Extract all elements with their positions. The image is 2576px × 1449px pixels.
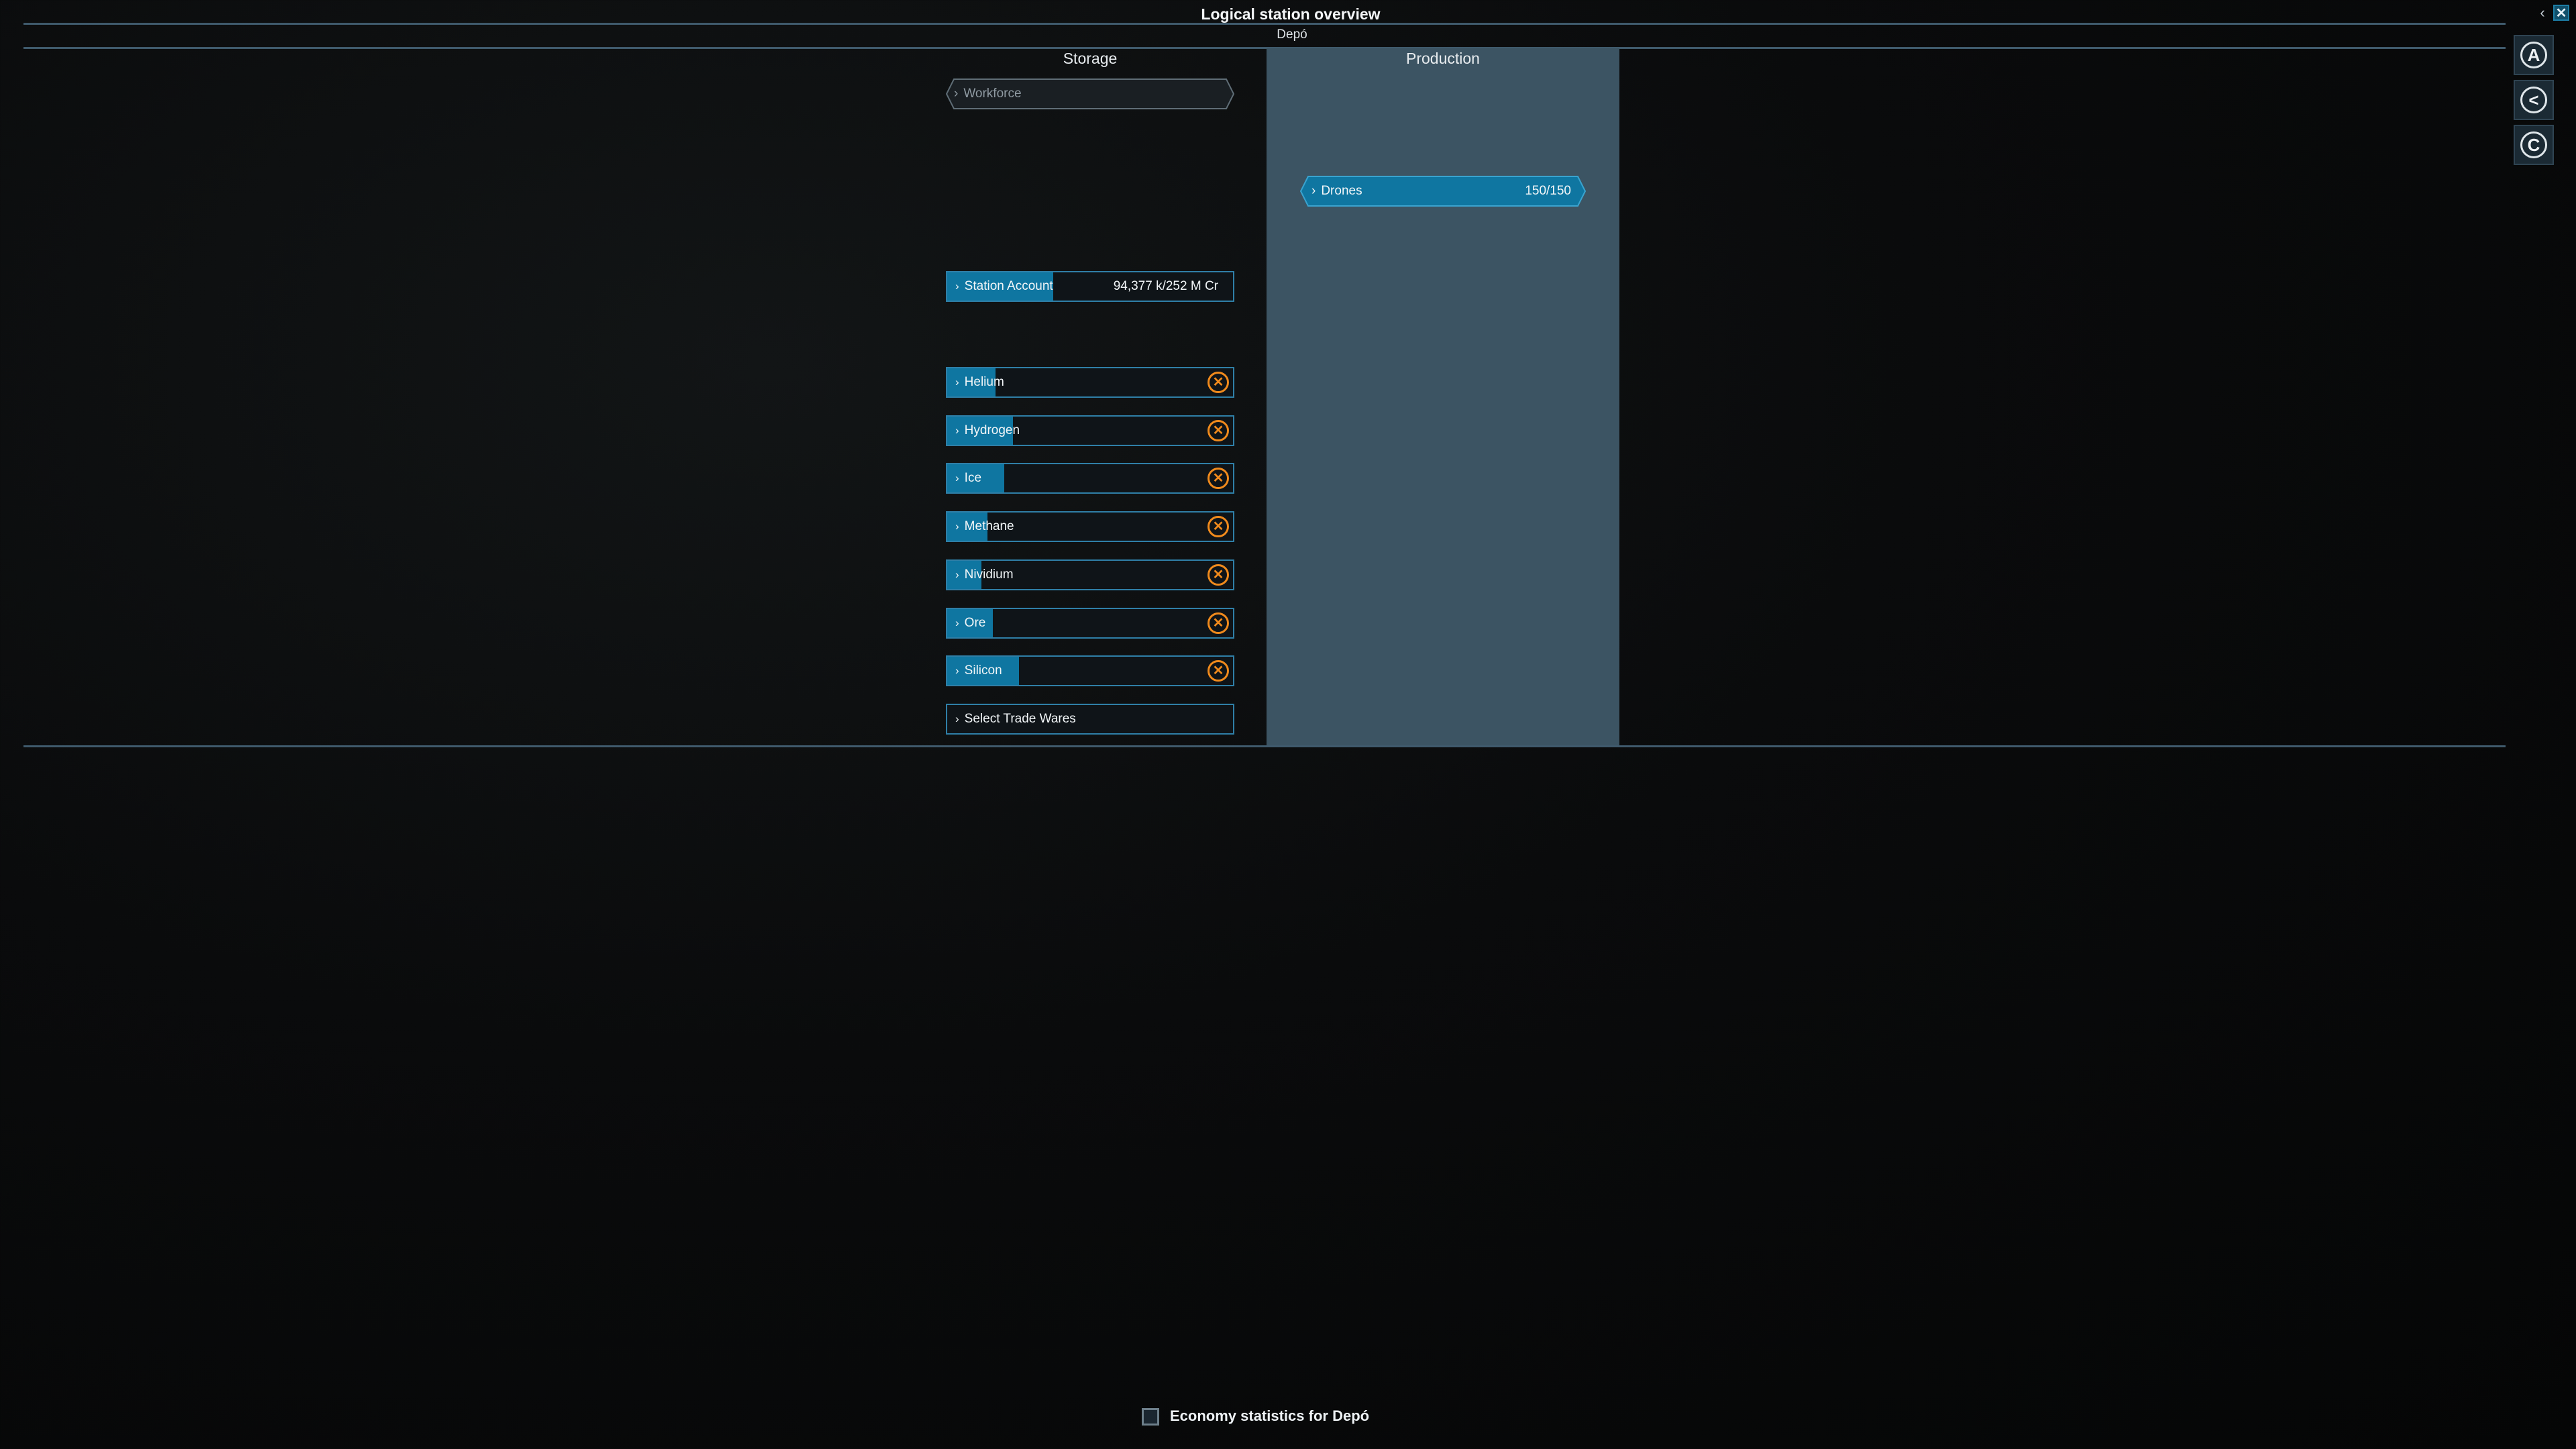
close-button[interactable]: ✕ bbox=[2553, 5, 2569, 21]
remove-ware-icon[interactable]: ✕ bbox=[1208, 372, 1229, 393]
remove-ware-icon[interactable]: ✕ bbox=[1208, 612, 1229, 634]
sidebar-button-a[interactable]: A bbox=[2514, 35, 2554, 75]
expand-chevron-icon: › bbox=[955, 376, 959, 388]
economy-statistics-checkbox[interactable] bbox=[1142, 1408, 1159, 1426]
expand-chevron-icon: › bbox=[955, 472, 959, 484]
select-trade-wares-button[interactable]: › Select Trade Wares bbox=[946, 704, 1234, 735]
bottom-divider bbox=[23, 745, 2506, 747]
station-account-value: 94,377 k/252 M Cr bbox=[1113, 279, 1218, 293]
storage-header: Storage bbox=[1063, 50, 1118, 67]
circled-c-icon: C bbox=[2520, 131, 2547, 158]
ware-row-helium[interactable]: › Helium ✕ bbox=[946, 367, 1234, 398]
ware-label: Hydrogen bbox=[964, 423, 1020, 437]
ware-label: Ice bbox=[964, 471, 982, 485]
remove-ware-icon[interactable]: ✕ bbox=[1208, 420, 1229, 441]
ware-row-silicon[interactable]: › Silicon ✕ bbox=[946, 655, 1234, 686]
workforce-label: Workforce bbox=[963, 87, 1022, 101]
back-button[interactable]: ‹ bbox=[2534, 4, 2551, 21]
station-account-label: Station Account bbox=[964, 279, 1053, 293]
remove-ware-icon[interactable]: ✕ bbox=[1208, 468, 1229, 489]
ware-row-ice[interactable]: › Ice ✕ bbox=[946, 463, 1234, 494]
expand-chevron-icon: › bbox=[955, 280, 959, 292]
ware-row-nividium[interactable]: › Nividium ✕ bbox=[946, 559, 1234, 590]
drones-value: 150/150 bbox=[1525, 184, 1571, 198]
circled-share-icon: < bbox=[2520, 87, 2547, 113]
ware-row-ore[interactable]: › Ore ✕ bbox=[946, 608, 1234, 639]
chevron-left-icon: ‹ bbox=[2540, 4, 2545, 21]
production-panel bbox=[1267, 48, 1619, 747]
expand-chevron-icon: › bbox=[955, 664, 959, 677]
ware-label: Ore bbox=[964, 616, 986, 630]
drones-label: Drones bbox=[1321, 184, 1362, 198]
remove-ware-icon[interactable]: ✕ bbox=[1208, 660, 1229, 682]
production-header: Production bbox=[1406, 50, 1480, 67]
expand-chevron-icon: › bbox=[955, 712, 959, 725]
ware-row-hydrogen[interactable]: › Hydrogen ✕ bbox=[946, 415, 1234, 446]
circled-a-icon: A bbox=[2520, 42, 2547, 68]
station-name: Depó bbox=[1277, 28, 1307, 42]
window-title: Logical station overview bbox=[1201, 5, 1381, 23]
select-trade-wares-label: Select Trade Wares bbox=[964, 712, 1076, 726]
expand-chevron-icon: › bbox=[955, 424, 959, 437]
station-account-row[interactable]: › Station Account 94,377 k/252 M Cr bbox=[946, 271, 1234, 302]
expand-chevron-icon: › bbox=[955, 568, 959, 581]
expand-chevron-icon: › bbox=[1311, 184, 1316, 198]
ware-label: Helium bbox=[964, 375, 1004, 389]
ware-label: Nividium bbox=[964, 568, 1014, 582]
expand-chevron-icon: › bbox=[955, 616, 959, 629]
title-divider bbox=[23, 23, 2506, 25]
sidebar-button-c[interactable]: C bbox=[2514, 125, 2554, 165]
economy-statistics-label: Economy statistics for Depó bbox=[1170, 1407, 1370, 1424]
expand-chevron-icon: › bbox=[954, 87, 959, 101]
remove-ware-icon[interactable]: ✕ bbox=[1208, 564, 1229, 586]
expand-chevron-icon: › bbox=[955, 520, 959, 533]
remove-ware-icon[interactable]: ✕ bbox=[1208, 516, 1229, 537]
ware-label: Methane bbox=[964, 519, 1014, 533]
ware-row-methane[interactable]: › Methane ✕ bbox=[946, 511, 1234, 542]
header-divider bbox=[23, 47, 2506, 49]
sidebar-button-share[interactable]: < bbox=[2514, 80, 2554, 120]
close-icon: ✕ bbox=[2555, 5, 2567, 21]
ware-label: Silicon bbox=[964, 663, 1002, 678]
